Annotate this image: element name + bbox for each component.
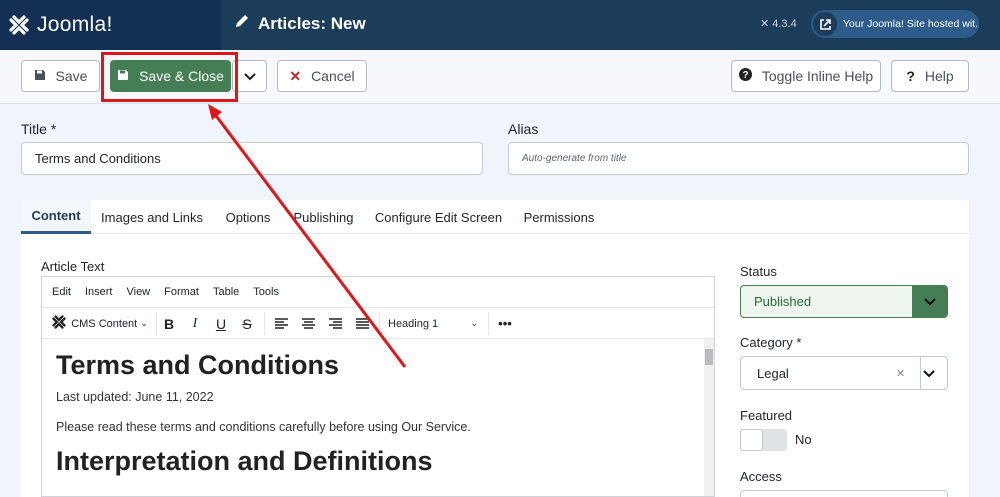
page-title-text: Articles: New — [258, 13, 366, 33]
editor-toolbar: CMS Content ⌄ B I U S Heading 1 ⌄ ••• — [42, 308, 714, 339]
version-text: 4.3.4 — [772, 17, 797, 30]
menu-table[interactable]: Table — [213, 286, 239, 298]
close-icon: ✕ — [289, 67, 302, 84]
tab-bar: Content Images and Links Options Publish… — [21, 200, 969, 234]
menu-format[interactable]: Format — [164, 286, 199, 298]
doc-heading-1: Terms and Conditions — [56, 350, 340, 380]
align-right-icon[interactable] — [324, 308, 346, 339]
page-title: Articles: New — [234, 13, 366, 34]
access-label: Access — [740, 469, 782, 484]
joomla-small-icon: ✕ — [760, 18, 770, 30]
joomla-icon — [50, 313, 68, 334]
menu-insert[interactable]: Insert — [85, 286, 113, 298]
logo-text: Joomla! — [37, 13, 113, 36]
tab-permissions[interactable]: Permissions — [513, 200, 605, 234]
chevron-down-icon: ⌄ — [140, 318, 148, 328]
alias-input[interactable]: Auto-generate from title — [508, 142, 969, 175]
save-button[interactable]: Save — [21, 60, 100, 92]
clear-icon[interactable]: ✕ — [896, 367, 905, 380]
question-icon: ? — [906, 68, 915, 84]
align-left-icon[interactable] — [270, 308, 292, 339]
menu-view[interactable]: View — [126, 286, 150, 298]
svg-text:?: ? — [742, 70, 748, 81]
alias-label: Alias — [508, 121, 539, 137]
menu-tools[interactable]: Tools — [253, 286, 279, 298]
chevron-down-icon — [912, 286, 947, 317]
featured-value: No — [795, 432, 812, 447]
tab-options[interactable]: Options — [213, 200, 283, 234]
save-label: Save — [55, 68, 88, 84]
cancel-button[interactable]: ✕ Cancel — [277, 60, 367, 92]
strikethrough-button[interactable]: S — [236, 308, 258, 339]
save-icon — [34, 68, 46, 84]
access-select[interactable] — [740, 490, 948, 497]
inline-help-label: Toggle Inline Help — [761, 68, 874, 84]
toggle-inline-help-button[interactable]: ? Toggle Inline Help — [731, 60, 881, 92]
joomla-logo-icon — [9, 15, 29, 35]
align-center-icon[interactable] — [297, 308, 319, 339]
category-label: Category * — [740, 335, 802, 350]
cms-content-label: CMS Content — [71, 317, 138, 330]
doc-heading-2: Interpretation and Definitions — [56, 446, 433, 476]
title-label: Title * — [21, 121, 57, 137]
scrollbar-thumb[interactable] — [705, 349, 713, 365]
question-circle-icon: ? — [738, 68, 752, 84]
top-header: Joomla! Articles: New ✕ 4.3.4 Your Jooml… — [0, 0, 1000, 50]
tab-content[interactable]: Content — [21, 200, 91, 234]
block-format-value: Heading 1 — [388, 317, 439, 330]
featured-toggle[interactable] — [740, 429, 787, 451]
tab-images-and-links[interactable]: Images and Links — [91, 200, 213, 234]
bold-button[interactable]: B — [158, 308, 180, 339]
joomla-version: ✕ 4.3.4 — [760, 17, 797, 31]
help-label: Help — [924, 68, 954, 84]
status-select[interactable]: Published — [740, 285, 948, 318]
editor-document[interactable]: Terms and Conditions Last updated: June … — [42, 339, 704, 496]
article-text-label: Article Text — [41, 259, 105, 274]
editor-menubar: Edit Insert View Format Table Tools — [42, 277, 714, 308]
status-value: Published — [754, 294, 812, 309]
doc-intro: Please read these terms and conditions c… — [56, 420, 471, 434]
site-link-button[interactable]: Your Joomla! Site hosted wit... — [811, 10, 979, 38]
site-link-text: Your Joomla! Site hosted wit... — [843, 18, 979, 30]
toggle-knob — [740, 429, 763, 451]
category-value: Legal — [757, 365, 789, 381]
featured-label: Featured — [740, 408, 793, 423]
status-label: Status — [740, 264, 777, 279]
underline-button[interactable]: U — [210, 308, 232, 339]
title-input[interactable]: Terms and Conditions — [21, 142, 483, 175]
chevron-down-icon — [243, 68, 256, 84]
external-link-icon — [813, 12, 837, 36]
highlight-annotation-box — [101, 52, 238, 102]
joomla-logo[interactable]: Joomla! — [0, 0, 221, 50]
menu-edit[interactable]: Edit — [52, 286, 71, 298]
more-icon[interactable]: ••• — [494, 308, 516, 339]
tab-publishing[interactable]: Publishing — [283, 200, 364, 234]
cms-content-dropdown[interactable]: CMS Content ⌄ — [46, 308, 152, 339]
help-button[interactable]: ? Help — [891, 60, 969, 92]
align-justify-icon[interactable] — [351, 308, 373, 339]
chevron-down-icon — [923, 366, 935, 381]
cancel-label: Cancel — [311, 68, 355, 84]
tab-configure-edit-screen[interactable]: Configure Edit Screen — [364, 200, 513, 234]
chevron-down-icon: ⌄ — [470, 318, 478, 328]
block-format-dropdown[interactable]: Heading 1 ⌄ — [382, 308, 484, 339]
pencil-icon — [234, 13, 250, 34]
doc-updated: Last updated: June 11, 2022 — [56, 390, 214, 404]
editor-scrollbar[interactable] — [704, 339, 714, 496]
article-editor: Edit Insert View Format Table Tools CMS … — [41, 276, 715, 497]
category-select[interactable]: Legal ✕ — [740, 356, 948, 390]
italic-button[interactable]: I — [184, 308, 206, 339]
